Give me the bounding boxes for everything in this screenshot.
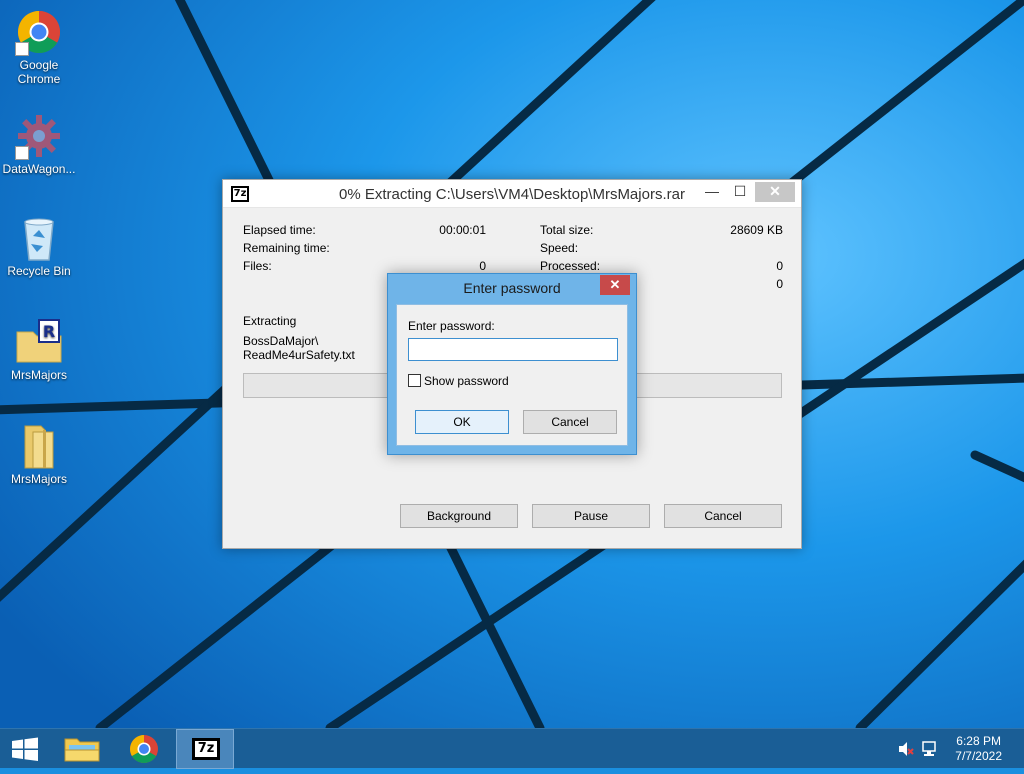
desktop-icon-label: Google Chrome <box>17 58 61 86</box>
desktop-icon-label: DataWagon... <box>2 162 76 176</box>
total-size-label: Total size: <box>540 223 594 237</box>
start-button[interactable] <box>0 729 52 769</box>
current-file-name: ReadMe4urSafety.txt <box>243 348 355 362</box>
shortcut-arrow-icon <box>15 42 29 56</box>
show-password-checkbox[interactable] <box>408 374 421 387</box>
total-size-value: 28609 KB <box>730 223 783 237</box>
system-clock[interactable]: 6:28 PM 7/7/2022 <box>955 734 1002 764</box>
speed-label: Speed: <box>540 241 579 255</box>
gear-icon <box>15 112 63 160</box>
dialog-body: Enter password: Show password OK Cancel <box>396 304 628 446</box>
password-input[interactable] <box>408 338 618 361</box>
processed-value: 0 <box>776 259 783 273</box>
status-label: Extracting <box>243 314 297 328</box>
desktop-icon-recycle-bin[interactable]: Recycle Bin <box>0 214 78 278</box>
desktop-icon-mrsmajors-folder[interactable]: MrsMajors <box>0 422 78 486</box>
current-file-path: BossDaMajor\ <box>243 334 319 348</box>
folder-icon <box>15 422 63 470</box>
7zip-icon: 7z <box>192 738 220 760</box>
volume-muted-button[interactable] <box>896 729 916 769</box>
taskbar-file-explorer[interactable] <box>56 729 108 769</box>
window-titlebar[interactable]: 7z 0% Extracting C:\Users\VM4\Desktop\Mr… <box>223 180 801 208</box>
files-value: 0 <box>479 259 486 273</box>
minimize-button[interactable]: — <box>699 182 725 202</box>
desktop-icon-label: MrsMajors <box>11 472 67 486</box>
dialog-close-button[interactable]: ✕ <box>600 275 630 295</box>
taskbar-7zip[interactable]: 7z <box>176 729 234 769</box>
close-button[interactable]: ✕ <box>755 182 795 202</box>
desktop-icon-label: MrsMajors <box>11 368 67 382</box>
ok-button[interactable]: OK <box>415 410 509 434</box>
start-icon <box>12 737 38 761</box>
file-explorer-icon <box>64 738 100 762</box>
taskbar: 7z 6:28 PM 7/7/2022 <box>0 728 1024 769</box>
compressed-value: 0 <box>776 277 783 291</box>
desktop-icon-label: Recycle Bin <box>7 264 71 278</box>
clock-date: 7/7/2022 <box>955 749 1002 763</box>
cancel-extraction-button[interactable]: Cancel <box>664 504 782 528</box>
chrome-icon <box>15 8 63 56</box>
cancel-button[interactable]: Cancel <box>523 410 617 434</box>
show-password-label[interactable]: Show password <box>424 374 509 388</box>
remaining-time-label: Remaining time: <box>243 241 330 255</box>
pause-button[interactable]: Pause <box>532 504 650 528</box>
dialog-title: Enter password <box>463 280 561 296</box>
maximize-button[interactable]: ☐ <box>727 182 753 202</box>
chrome-icon <box>130 735 158 763</box>
recycle-bin-icon <box>15 214 63 262</box>
taskbar-chrome[interactable] <box>118 729 170 769</box>
clock-time: 6:28 PM <box>956 734 1001 748</box>
svg-text:R: R <box>43 322 55 341</box>
password-dialog[interactable]: Enter password ✕ Enter password: Show pa… <box>387 273 637 455</box>
elapsed-time-label: Elapsed time: <box>243 223 316 237</box>
shortcut-arrow-icon <box>15 146 29 160</box>
desktop-icon-mrsmajors-archive[interactable]: R MrsMajors <box>0 318 78 382</box>
desktop-icon-datawagon[interactable]: DataWagon... <box>0 112 78 176</box>
password-field-label: Enter password: <box>408 319 495 333</box>
winrar-archive-icon: R <box>15 318 63 366</box>
network-button[interactable] <box>920 729 940 769</box>
processed-label: Processed: <box>540 259 601 273</box>
speaker-muted-icon <box>899 742 914 756</box>
desktop-icon-google-chrome[interactable]: Google Chrome <box>0 8 78 86</box>
network-icon <box>922 741 936 756</box>
files-label: Files: <box>243 259 272 273</box>
elapsed-time-value: 00:00:01 <box>439 223 486 237</box>
background-button[interactable]: Background <box>400 504 518 528</box>
